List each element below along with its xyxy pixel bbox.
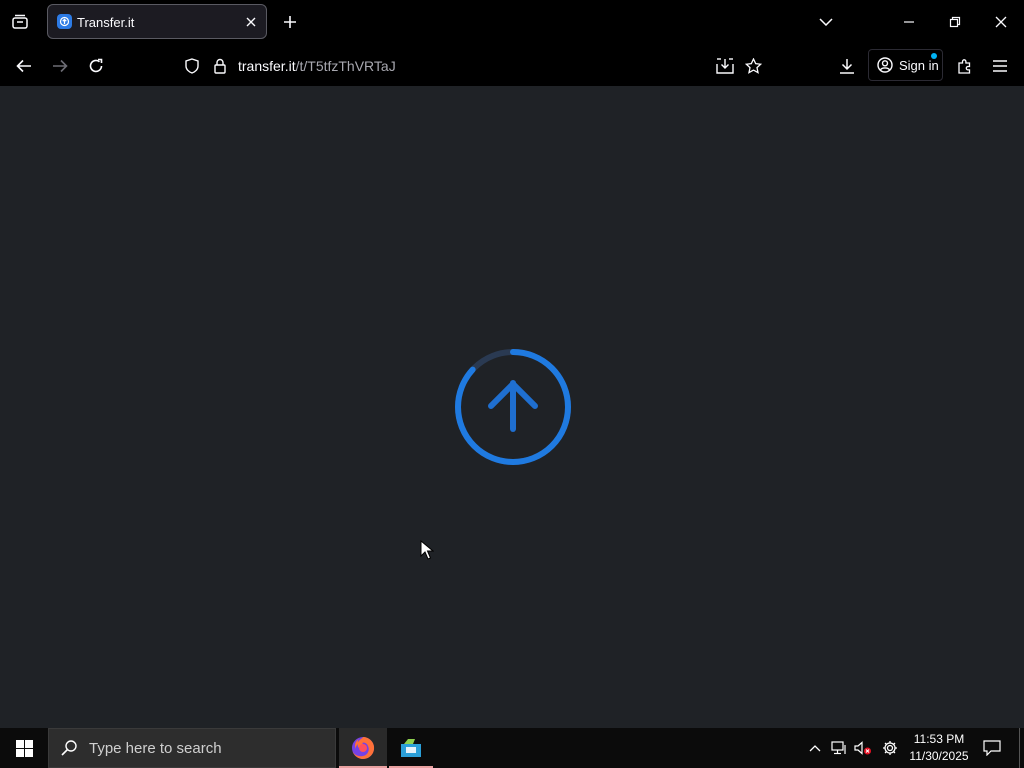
back-arrow-icon bbox=[16, 59, 31, 73]
tab-title: Transfer.it bbox=[77, 15, 135, 30]
hamburger-menu-icon bbox=[993, 60, 1007, 72]
show-hidden-icons-button[interactable] bbox=[804, 728, 826, 768]
shield-icon bbox=[185, 58, 199, 74]
file-manager-icon bbox=[401, 739, 421, 757]
plus-icon bbox=[284, 16, 296, 28]
taskbar-search-box[interactable]: Type here to search bbox=[48, 728, 336, 768]
lock-icon bbox=[214, 58, 226, 74]
mouse-cursor-icon bbox=[420, 540, 434, 560]
tab-strip: Transfer.it bbox=[0, 0, 1024, 44]
tracking-protection-button[interactable] bbox=[178, 52, 206, 80]
network-icon bbox=[831, 741, 846, 755]
transfer-it-icon bbox=[57, 14, 72, 29]
extensions-button[interactable] bbox=[951, 52, 979, 80]
windows-logo-icon bbox=[15, 739, 33, 757]
clock-time: 11:53 PM bbox=[913, 732, 965, 746]
new-tab-button[interactable] bbox=[278, 10, 302, 34]
reload-button[interactable] bbox=[82, 52, 110, 80]
save-to-pocket-button[interactable] bbox=[711, 52, 739, 80]
notification-center-button[interactable] bbox=[978, 728, 1006, 768]
search-placeholder: Type here to search bbox=[89, 739, 222, 757]
minimize-icon bbox=[904, 21, 914, 23]
sign-in-label: Sign in bbox=[899, 57, 939, 73]
network-tray-button[interactable] bbox=[828, 728, 850, 768]
clock-date: 11/30/2025 bbox=[909, 749, 969, 763]
restore-icon bbox=[949, 16, 961, 28]
navigation-toolbar: transfer.it/t/T5tfzThVRTaJ Sign in bbox=[0, 44, 1024, 86]
chevron-down-icon bbox=[819, 18, 833, 26]
tab-list-icon bbox=[12, 14, 28, 29]
upload-arrow-icon bbox=[488, 380, 538, 432]
list-all-tabs-button[interactable] bbox=[803, 6, 849, 38]
url-host: transfer.it bbox=[238, 58, 296, 74]
notification-icon bbox=[983, 740, 1001, 756]
restore-button[interactable] bbox=[932, 6, 978, 38]
download-page-icon bbox=[716, 58, 734, 74]
search-icon bbox=[61, 740, 77, 756]
settings-tray-button[interactable] bbox=[878, 728, 902, 768]
bookmark-button[interactable] bbox=[739, 52, 767, 80]
close-tab-icon[interactable] bbox=[242, 13, 260, 31]
back-button[interactable] bbox=[10, 52, 38, 80]
taskbar-app-file-manager[interactable] bbox=[389, 728, 433, 768]
show-desktop-button[interactable] bbox=[1019, 728, 1020, 768]
star-icon bbox=[744, 58, 762, 74]
downloads-button[interactable] bbox=[833, 52, 861, 80]
tab-transfer-it[interactable]: Transfer.it bbox=[47, 4, 267, 39]
site-info-button[interactable] bbox=[206, 52, 234, 80]
gear-icon bbox=[883, 741, 897, 755]
reload-icon bbox=[89, 58, 103, 73]
taskbar: Type here to search 11:53 PM 11/30/2025 bbox=[0, 728, 1024, 768]
volume-tray-button[interactable] bbox=[852, 728, 874, 768]
taskbar-clock[interactable]: 11:53 PM 11/30/2025 bbox=[904, 731, 974, 765]
url-path: /t/T5tfzThVRTaJ bbox=[295, 58, 396, 74]
upload-progress-spinner bbox=[455, 349, 571, 465]
forward-button[interactable] bbox=[46, 52, 74, 80]
speaker-muted-icon bbox=[854, 741, 871, 755]
app-menu-button[interactable] bbox=[986, 52, 1014, 80]
notification-dot bbox=[931, 53, 937, 59]
sign-in-button[interactable]: Sign in bbox=[868, 49, 943, 81]
close-window-button[interactable] bbox=[978, 6, 1024, 38]
close-icon bbox=[995, 16, 1007, 28]
download-icon bbox=[840, 59, 854, 74]
taskbar-app-firefox[interactable] bbox=[339, 728, 387, 768]
page-content bbox=[0, 86, 1024, 728]
puzzle-icon bbox=[958, 59, 971, 74]
minimize-button[interactable] bbox=[886, 6, 932, 38]
tab-overview-button[interactable] bbox=[6, 8, 34, 36]
forward-arrow-icon bbox=[53, 59, 68, 73]
url-bar[interactable]: transfer.it/t/T5tfzThVRTaJ bbox=[238, 58, 396, 74]
firefox-icon bbox=[352, 736, 375, 759]
start-button[interactable] bbox=[0, 728, 48, 768]
chevron-up-icon bbox=[809, 745, 821, 752]
account-icon bbox=[877, 57, 893, 73]
